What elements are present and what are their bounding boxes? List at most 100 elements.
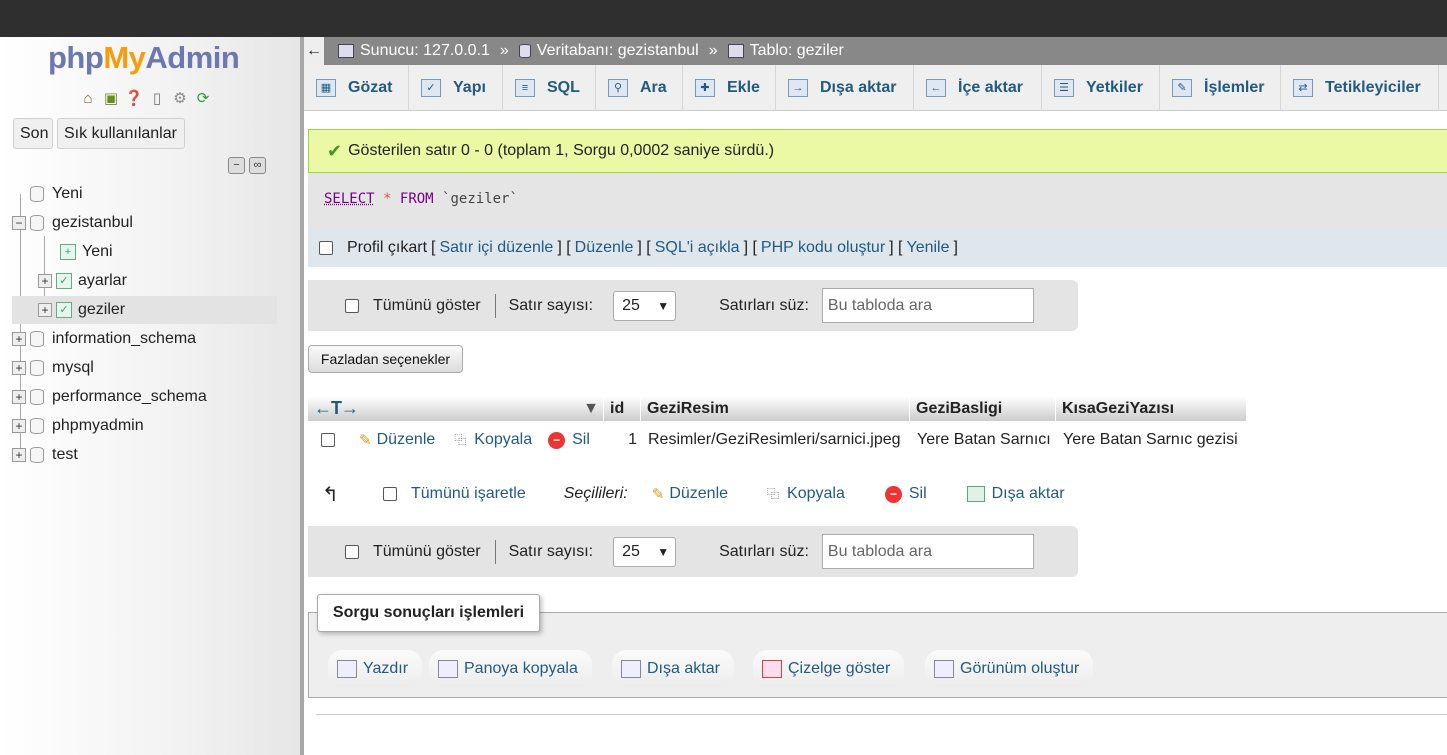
column-header-id[interactable]: id bbox=[604, 396, 641, 421]
refresh-link[interactable]: Yenile bbox=[906, 239, 949, 257]
logout-icon[interactable]: ▣ bbox=[101, 88, 121, 108]
tab-search[interactable]: ⚲ Ara bbox=[596, 65, 683, 111]
create-view-button[interactable]: Görünüm oluştur bbox=[925, 650, 1094, 687]
recent-button[interactable]: Son bbox=[13, 118, 53, 149]
print-button[interactable]: Yazdır bbox=[328, 650, 423, 687]
sidebar-resize-handle[interactable] bbox=[300, 37, 304, 755]
bulk-edit-button[interactable]: ✎ Düzenle bbox=[652, 485, 728, 503]
check-all-checkbox[interactable] bbox=[383, 487, 397, 501]
tree-item-ayarlar[interactable]: + ✓ ayarlar bbox=[12, 267, 297, 295]
help-icon[interactable]: ❓ bbox=[124, 88, 144, 108]
database-icon bbox=[30, 360, 44, 376]
tab-label: Ekle bbox=[727, 79, 760, 96]
expand-icon[interactable]: + bbox=[12, 361, 26, 375]
expand-icon[interactable]: + bbox=[12, 419, 26, 433]
copy-to-clipboard-button[interactable]: Panoya kopyala bbox=[429, 650, 592, 687]
export-results-button[interactable]: Dışa aktar bbox=[612, 650, 734, 687]
link-with-main-icon[interactable]: ∞ bbox=[249, 157, 266, 174]
filter-rows-label: Satırları süz: bbox=[719, 296, 809, 314]
tab-triggers[interactable]: ⇄ Tetikleyiciler bbox=[1281, 65, 1439, 111]
explain-sql-link[interactable]: SQL'i açıkla bbox=[655, 239, 740, 257]
breadcrumb-server[interactable]: Sunucu: 127.0.0.1 bbox=[360, 42, 490, 60]
filter-rows-input[interactable]: Bu tabloda ara bbox=[821, 288, 1034, 323]
settings-gear-icon[interactable]: ⚙ bbox=[170, 88, 190, 108]
cell-geziresim[interactable]: Resimler/GeziResimleri/sarnici.jpeg bbox=[648, 431, 901, 449]
tree-item-test[interactable]: + test bbox=[12, 441, 297, 469]
tab-label: İçe aktar bbox=[958, 79, 1023, 96]
bulk-copy-button[interactable]: ⿻ Kopyala bbox=[764, 485, 845, 503]
filter-rows-input[interactable]: Bu tabloda ara bbox=[821, 534, 1034, 569]
profiling-checkbox[interactable] bbox=[319, 241, 333, 255]
tree-item-phpmyadmin[interactable]: + phpmyadmin bbox=[12, 412, 297, 440]
create-php-code-link[interactable]: PHP kodu oluştur bbox=[761, 239, 885, 257]
tree-item-gezistanbul[interactable]: − gezistanbul bbox=[12, 209, 297, 237]
collapse-icon[interactable]: − bbox=[12, 216, 26, 230]
export-results-label: Dışa aktar bbox=[647, 659, 720, 677]
tree-item-new-table[interactable]: + Yeni bbox=[12, 238, 297, 266]
tree-item-performance-schema[interactable]: + performance_schema bbox=[12, 383, 297, 411]
breadcrumb-database[interactable]: Veritabanı: gezistanbul bbox=[537, 42, 699, 60]
expand-icon[interactable]: + bbox=[38, 303, 52, 317]
row-copy-link[interactable]: ⿻ Kopyala bbox=[451, 431, 532, 449]
show-all-checkbox[interactable] bbox=[345, 298, 359, 313]
expand-icon[interactable]: + bbox=[38, 274, 52, 288]
reload-icon[interactable]: ⟳ bbox=[193, 88, 213, 108]
row-checkbox[interactable] bbox=[321, 433, 335, 447]
display-chart-button[interactable]: Çizelge göster bbox=[753, 650, 905, 687]
check-all-label[interactable]: Tümünü işaretle bbox=[411, 485, 526, 503]
tree-item-geziler[interactable]: + ✓ geziler bbox=[12, 296, 277, 324]
phpmyadmin-logo[interactable]: phpMyAdmin bbox=[48, 40, 240, 76]
column-layout-arrows-icon[interactable]: ←T→ bbox=[314, 396, 359, 421]
home-icon[interactable]: ⌂ bbox=[78, 88, 98, 108]
tab-browse[interactable]: ▦ Gözat bbox=[304, 65, 409, 111]
tree-item-new-database[interactable]: Yeni bbox=[12, 180, 297, 208]
collapse-all-icon[interactable]: − bbox=[228, 157, 245, 174]
inline-edit-link[interactable]: Satır içi düzenle bbox=[439, 239, 553, 257]
bulk-export-label: Dışa aktar bbox=[991, 485, 1065, 502]
tab-insert[interactable]: ✚ Ekle bbox=[683, 65, 776, 111]
tree-item-label: gezistanbul bbox=[52, 214, 133, 231]
chevron-down-icon: ▼ bbox=[657, 544, 670, 559]
tab-sql[interactable]: ≡ SQL bbox=[503, 65, 596, 111]
query-results-operations-legend: Sorgu sonuçları işlemleri bbox=[317, 594, 540, 632]
sql-query-box[interactable]: SELECT * FROM `geziler` bbox=[308, 173, 1447, 229]
tab-import[interactable]: ← İçe aktar bbox=[914, 65, 1042, 111]
printer-icon bbox=[337, 659, 357, 678]
row-delete-link[interactable]: − Sil bbox=[548, 431, 590, 449]
tab-privileges[interactable]: ☰ Yetkiler bbox=[1042, 65, 1160, 111]
tab-export[interactable]: → Dışa aktar bbox=[776, 65, 914, 111]
bulk-delete-button[interactable]: − Sil bbox=[884, 485, 927, 503]
sql-icon: ≡ bbox=[515, 79, 535, 97]
sql-keyword-from: FROM bbox=[399, 191, 434, 207]
favorites-button[interactable]: Sık kullanılanlar bbox=[57, 118, 185, 149]
chevron-down-icon: ▼ bbox=[657, 298, 670, 313]
cell-kisageziyazisi[interactable]: Yere Batan Sarnıc gezisi bbox=[1063, 431, 1238, 449]
cell-id[interactable]: 1 bbox=[604, 431, 641, 449]
column-header-kisageziyazisi[interactable]: KısaGeziYazısı bbox=[1056, 396, 1247, 421]
tree-item-mysql[interactable]: + mysql bbox=[12, 354, 297, 382]
database-icon bbox=[30, 331, 44, 347]
tab-structure[interactable]: ✓ Yapı bbox=[409, 65, 503, 111]
expand-icon[interactable]: + bbox=[12, 332, 26, 346]
database-tree: Yeni − gezistanbul + Yeni + ✓ ayarlar + … bbox=[12, 180, 297, 469]
column-header-gezibasligi[interactable]: GeziBasligi bbox=[910, 396, 1056, 421]
tab-operations[interactable]: ✎ İşlemler bbox=[1160, 65, 1281, 111]
tab-label: Yetkiler bbox=[1086, 79, 1143, 96]
breadcrumb-table[interactable]: Tablo: geziler bbox=[750, 42, 844, 60]
edit-query-link[interactable]: Düzenle bbox=[575, 239, 634, 257]
sort-dropdown-icon[interactable]: ▼ bbox=[583, 396, 599, 421]
rows-count-select[interactable]: 25 ▼ bbox=[613, 536, 677, 567]
tree-item-information-schema[interactable]: + information_schema bbox=[12, 325, 297, 353]
expand-icon[interactable]: + bbox=[12, 448, 26, 462]
column-header-geziresim[interactable]: GeziResim bbox=[641, 396, 910, 421]
docs-icon[interactable]: ▯ bbox=[147, 88, 167, 108]
row-edit-link[interactable]: ✎ Düzenle bbox=[359, 431, 435, 449]
more-options-button[interactable]: Fazladan seçenekler bbox=[308, 345, 463, 373]
cell-gezibasligi[interactable]: Yere Batan Sarnıcı bbox=[917, 431, 1051, 449]
show-all-checkbox[interactable] bbox=[345, 544, 359, 559]
pencil-icon: ✎ bbox=[359, 432, 372, 449]
expand-icon[interactable]: + bbox=[12, 390, 26, 404]
bulk-export-button[interactable]: Dışa aktar bbox=[966, 485, 1065, 503]
collapse-sidebar-arrow-icon[interactable]: ← bbox=[304, 37, 324, 65]
rows-count-select[interactable]: 25 ▼ bbox=[613, 290, 677, 321]
